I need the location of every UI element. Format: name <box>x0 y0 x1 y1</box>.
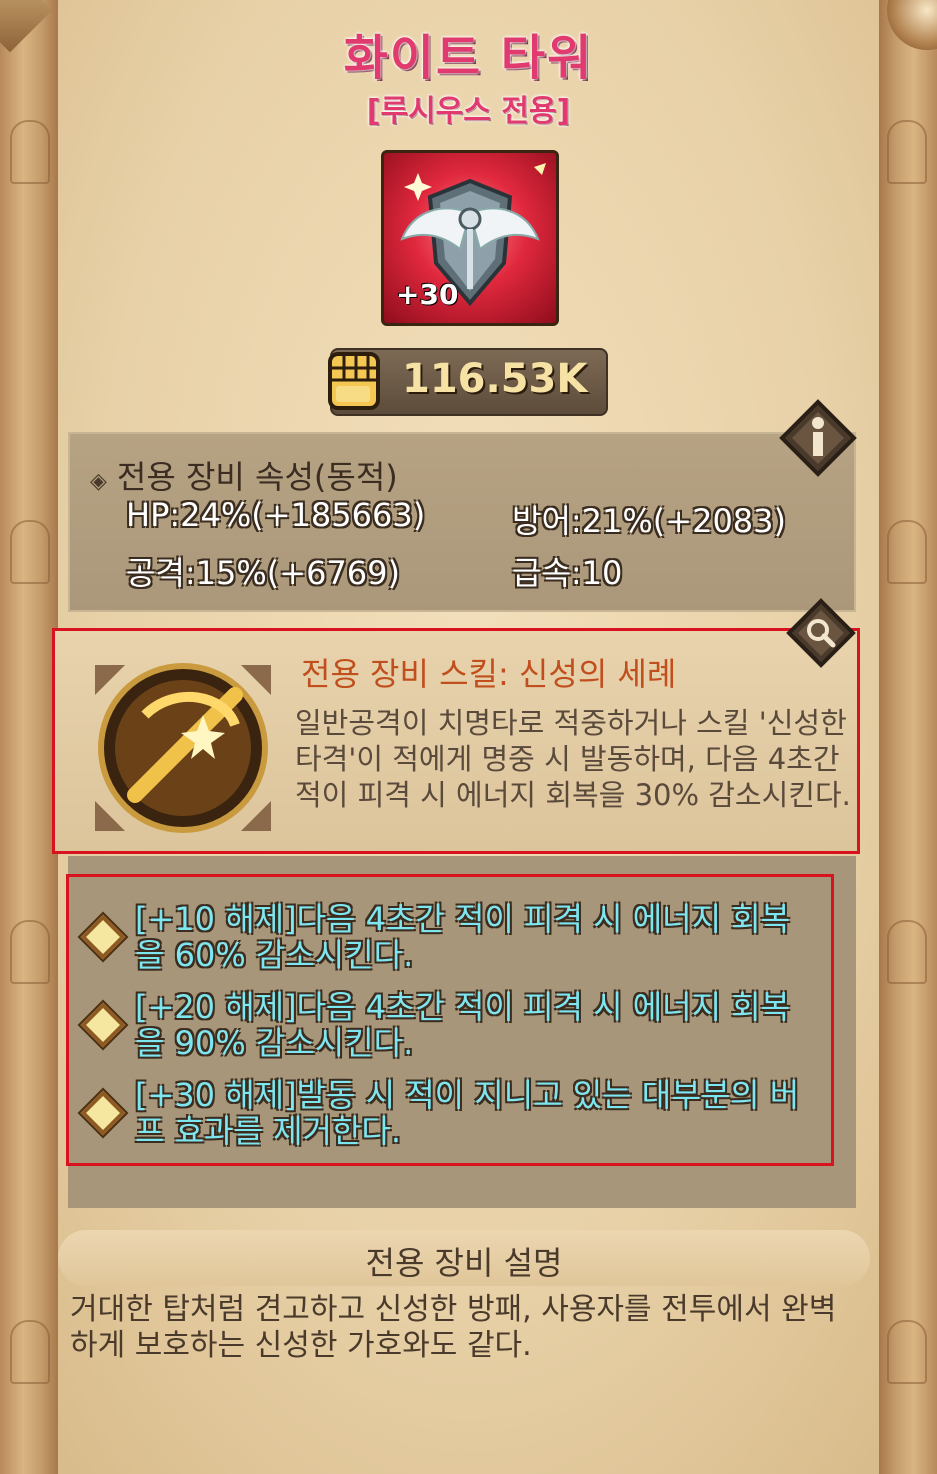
attributes-heading: ◈ 전용 장비 속성(동적) <box>90 452 398 498</box>
attributes-heading-label: 전용 장비 속성(동적) <box>116 458 398 496</box>
frame-ornament <box>887 1320 927 1384</box>
info-icon[interactable] <box>778 398 858 478</box>
stat-attack: 공격:15%(+6769) <box>126 554 401 592</box>
frame-ornament <box>10 920 50 984</box>
diamond-bullet-icon <box>80 1002 126 1048</box>
frame-ornament <box>10 1320 50 1384</box>
frame-ornament <box>10 520 50 584</box>
description-heading: 전용 장비 설명 <box>365 1244 563 1282</box>
diamond-bullet-icon: ◈ <box>90 469 107 494</box>
diamond-bullet-icon <box>80 1090 126 1136</box>
frame-ornament <box>887 920 927 984</box>
unlock-text: [+20 해제]다음 4초간 적이 피격 시 에너지 회복을 90% 감소시킨다… <box>135 988 791 1062</box>
skill-title: 전용 장비 스킬: 신성의 세례 <box>301 655 677 693</box>
shield-item-icon[interactable]: +30 <box>381 150 559 326</box>
stat-defense: 방어:21%(+2083) <box>512 502 787 540</box>
item-name: 화이트 타워 <box>343 30 594 86</box>
item-restriction: [루시우스 전용] <box>366 94 571 129</box>
unlock-effects-panel: [+10 해제]다음 4초간 적이 피격 시 에너지 회복을 60% 감소시킨다… <box>66 874 834 1166</box>
combat-power-bar: 116.53K <box>328 348 608 416</box>
enhance-level-badge: +30 <box>396 278 459 311</box>
stat-hp: HP:24%(+185663) <box>126 496 426 534</box>
right-frame-border <box>879 0 937 1474</box>
magnifier-icon[interactable] <box>786 598 856 668</box>
fist-icon <box>328 352 380 410</box>
description-text: 거대한 탑처럼 견고하고 신성한 방패, 사용자를 전투에서 완벽하게 보호하는… <box>70 1292 837 1363</box>
unlock-text: [+10 해제]다음 4초간 적이 피격 시 에너지 회복을 60% 감소시킨다… <box>135 900 791 974</box>
left-frame-border <box>0 0 58 1474</box>
unlock-text: [+30 해제]발동 시 적이 지니고 있는 대부분의 버프 효과를 제거한다. <box>135 1076 800 1150</box>
combat-power-value: 116.53K <box>402 356 588 402</box>
divine-baptism-skill-icon <box>95 663 271 833</box>
diamond-bullet-icon <box>80 914 126 960</box>
description-header: 전용 장비 설명 <box>58 1230 870 1286</box>
skill-description: 일반공격이 치명타로 적중하거나 스킬 '신성한 타격'이 적에게 명중 시 발… <box>295 706 851 812</box>
frame-ornament <box>887 520 927 584</box>
skill-panel: 전용 장비 스킬: 신성의 세례 일반공격이 치명타로 적중하거나 스킬 '신성… <box>52 628 860 854</box>
stat-speed: 급속:10 <box>512 554 623 592</box>
attributes-panel: ◈ 전용 장비 속성(동적) HP:24%(+185663) 방어:21%(+20… <box>68 432 856 612</box>
